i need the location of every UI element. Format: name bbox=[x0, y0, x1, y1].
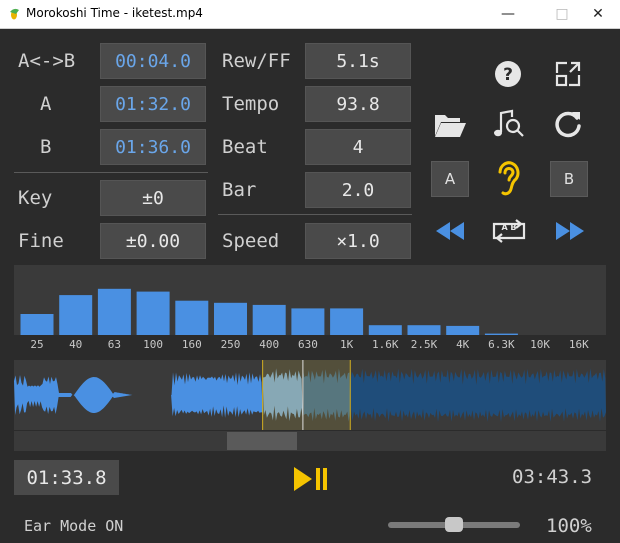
spectrum-bar-160 bbox=[175, 300, 209, 335]
folder-icon bbox=[435, 115, 466, 137]
spectrum-bar-1.6K bbox=[368, 325, 402, 335]
reset-button[interactable] bbox=[550, 106, 586, 142]
help-icon: ? bbox=[495, 61, 521, 87]
key-label: Key bbox=[18, 187, 53, 209]
help-button[interactable]: ? bbox=[490, 56, 526, 92]
bar-label: Bar bbox=[222, 179, 257, 201]
current-time-display[interactable]: 01:33.8 bbox=[14, 460, 119, 495]
beat-label: Beat bbox=[222, 136, 268, 158]
zoom-percentage: 100% bbox=[546, 515, 592, 537]
music-search-icon bbox=[494, 109, 524, 137]
total-time-display: 03:43.3 bbox=[512, 466, 593, 488]
spectrum-bar-63 bbox=[97, 288, 131, 335]
spectrum-band-label: 400 bbox=[259, 338, 280, 351]
waveform-before-loop bbox=[14, 372, 263, 418]
speed-label: Speed bbox=[222, 230, 280, 252]
fast-forward-icon bbox=[556, 222, 584, 240]
spectrum-band-label: 250 bbox=[220, 338, 241, 351]
scrollbar-thumb[interactable] bbox=[227, 432, 298, 450]
spectrum-band-labels: 25 40 63 100 160 250 400 630 1K 1.6K 2.5K 4K 6.3K 10K… bbox=[14, 338, 606, 354]
spectrum-analyzer bbox=[14, 265, 606, 335]
spectrum-band-label: 40 bbox=[69, 338, 83, 351]
fast-forward-button[interactable] bbox=[550, 216, 590, 246]
resize-icon bbox=[555, 61, 581, 87]
beat-field[interactable]: 4 bbox=[305, 129, 411, 165]
waveform-after-loop bbox=[350, 368, 606, 422]
spectrum-bar-2.5K bbox=[407, 325, 441, 335]
ear-mode-button[interactable] bbox=[492, 157, 526, 199]
minimize-button[interactable]: — bbox=[486, 0, 530, 28]
ear-icon bbox=[498, 161, 520, 196]
rewind-icon bbox=[436, 222, 464, 240]
spectrum-bar-1K bbox=[330, 308, 364, 335]
key-field[interactable]: ±0 bbox=[100, 180, 206, 216]
play-pause-button[interactable] bbox=[288, 462, 332, 496]
title-bar: Morokoshi Time - iketest.mp4 — □ ✕ bbox=[0, 0, 620, 29]
spectrum-band-label: 2.5K bbox=[410, 338, 438, 351]
middle-divider bbox=[218, 214, 412, 215]
point-a-field[interactable]: 01:32.0 bbox=[100, 86, 206, 122]
spectrum-band-label: 1K bbox=[339, 338, 354, 351]
close-button[interactable]: ✕ bbox=[576, 0, 620, 28]
tempo-field[interactable]: 93.8 bbox=[305, 86, 411, 122]
ear-mode-status: Ear Mode ON bbox=[24, 517, 124, 535]
spectrum-band-label: 10K bbox=[530, 338, 551, 351]
spectrum-band-label: 16K bbox=[568, 338, 589, 351]
spectrum-band-label: 100 bbox=[143, 338, 164, 351]
waveform-display[interactable] bbox=[14, 360, 606, 430]
resize-button[interactable] bbox=[550, 56, 586, 92]
spectrum-band-label: 63 bbox=[107, 338, 122, 351]
spectrum-bar-6.3K bbox=[484, 333, 518, 335]
spectrum-band-label: 25 bbox=[30, 338, 44, 351]
play-pause-icon bbox=[294, 467, 327, 491]
set-b-button[interactable]: B bbox=[550, 161, 588, 197]
point-b-field[interactable]: 01:36.0 bbox=[100, 129, 206, 165]
window-title: Morokoshi Time - iketest.mp4 bbox=[26, 6, 203, 20]
spectrum-bar-100 bbox=[136, 291, 170, 335]
spectrum-band-label: 630 bbox=[297, 338, 318, 351]
rewff-field[interactable]: 5.1s bbox=[305, 43, 411, 79]
fine-label: Fine bbox=[18, 230, 64, 252]
loop-toggle-button[interactable]: A B bbox=[488, 214, 530, 248]
ab-length-label: A<->B bbox=[18, 50, 76, 72]
point-a-label: A bbox=[40, 93, 52, 115]
set-a-button[interactable]: A bbox=[431, 161, 469, 197]
spectrum-bar-630 bbox=[291, 308, 325, 335]
ab-length-field[interactable]: 00:04.0 bbox=[100, 43, 206, 79]
point-b-label: B bbox=[40, 136, 52, 158]
fine-field[interactable]: ±0.00 bbox=[100, 223, 206, 259]
waveform-scrollbar[interactable] bbox=[14, 431, 606, 451]
loop-region-highlight bbox=[262, 360, 351, 430]
spectrum-bar-250 bbox=[214, 302, 247, 335]
spectrum-bar-4K bbox=[446, 325, 480, 335]
spectrum-bar-40 bbox=[59, 295, 93, 335]
rewff-label: Rew/FF bbox=[222, 50, 291, 72]
loop-ab-text: A B bbox=[501, 223, 517, 232]
tempo-label: Tempo bbox=[222, 93, 280, 115]
spectrum-band-label: 4K bbox=[456, 338, 470, 351]
left-divider bbox=[14, 172, 208, 173]
refresh-icon bbox=[555, 111, 581, 138]
rewind-button[interactable] bbox=[430, 216, 470, 246]
spectrum-bar-25 bbox=[20, 314, 54, 335]
spectrum-band-label: 1.6K bbox=[372, 338, 399, 351]
app-icon bbox=[10, 8, 19, 20]
zoom-slider-knob[interactable] bbox=[445, 517, 463, 532]
spectrum-band-label: 6.3K bbox=[488, 338, 515, 351]
music-search-button[interactable] bbox=[490, 106, 528, 142]
spectrum-band-label: 160 bbox=[181, 338, 202, 351]
spectrum-bar-400 bbox=[252, 304, 286, 335]
speed-field[interactable]: ×1.0 bbox=[305, 223, 411, 259]
bar-field[interactable]: 2.0 bbox=[305, 172, 411, 208]
open-file-button[interactable] bbox=[430, 106, 470, 142]
svg-text:?: ? bbox=[503, 65, 513, 85]
